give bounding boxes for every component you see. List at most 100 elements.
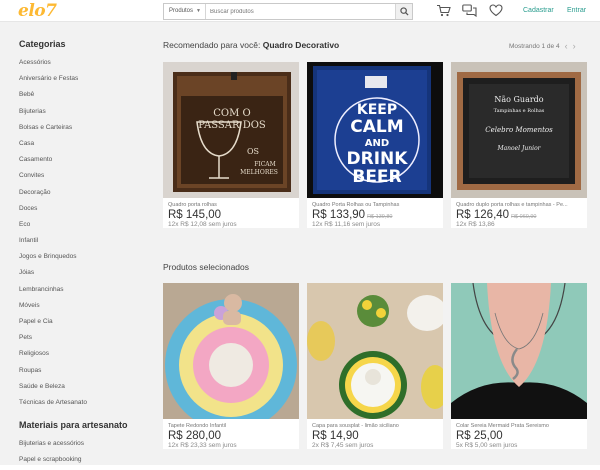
product-info: Tapete Redondo Infantil R$ 280,00 12x R$… (163, 419, 299, 449)
login-link[interactable]: Entrar (567, 7, 586, 14)
product-info: Quadro Porta Rolhas ou Tampinhas R$ 133,… (307, 198, 443, 228)
category-item[interactable]: Jóias (19, 267, 87, 283)
category-item[interactable]: Saúde e Beleza (19, 381, 87, 397)
search-input[interactable] (206, 4, 395, 19)
category-item[interactable]: Casamento (19, 154, 87, 170)
header-icons (436, 4, 503, 17)
old-price: R$ 060,90 (511, 214, 537, 220)
price-value: R$ 133,90 (312, 209, 366, 221)
category-item[interactable]: Bolsas e Carteiras (19, 122, 87, 138)
pager-text: Mostrando 1 de 4 (509, 42, 560, 50)
recommended-topic[interactable]: Quadro Decorativo (263, 40, 340, 50)
materials-list: Bijuterias e acessórios Papel e scrapboo… (19, 438, 84, 470)
category-item[interactable]: Infantil (19, 235, 87, 251)
product-image[interactable] (451, 283, 587, 419)
image-text: Não Guardo (494, 95, 543, 104)
product-card[interactable]: COM O PASSAR DOS OS FICAM MELHORES Quadr… (163, 62, 299, 228)
product-image[interactable]: COM O PASSAR DOS OS FICAM MELHORES (163, 62, 299, 198)
product-card[interactable]: Colar Sereia Mermaid Prata Sereismo R$ 2… (451, 283, 587, 449)
product-image[interactable] (307, 283, 443, 419)
category-item[interactable]: Jogos e Brinquedos (19, 251, 87, 267)
selected-heading: Produtos selecionados (163, 262, 250, 272)
material-item[interactable]: Papel e scrapbooking (19, 454, 84, 470)
product-name[interactable]: Quadro Porta Rolhas ou Tampinhas (312, 202, 438, 208)
product-name[interactable]: Quadro duplo porta rolhas e tampinhas - … (456, 202, 582, 208)
product-image[interactable] (163, 283, 299, 419)
signup-link[interactable]: Cadastrar (523, 7, 554, 14)
messages-button[interactable] (462, 4, 477, 17)
product-name[interactable]: Quadro porta rolhas (168, 202, 294, 208)
chat-icon (462, 4, 477, 17)
elo7-logo[interactable]: elo7 (18, 1, 57, 21)
product-info: Quadro duplo porta rolhas e tampinhas - … (451, 198, 587, 228)
category-item[interactable]: Papel e Cia (19, 316, 87, 332)
main-content: Recomendado para você: Quadro Decorativo… (151, 22, 600, 465)
chevron-right-icon[interactable]: › (573, 41, 576, 51)
category-sidebar: Categorias Acessórios Aniversário e Fest… (0, 22, 151, 465)
heart-icon (488, 4, 503, 17)
categories-heading: Categorias (19, 39, 66, 49)
image-text: BEER (352, 167, 401, 187)
category-item[interactable]: Acessórios (19, 57, 87, 73)
image-text: COM O (213, 108, 250, 119)
category-item[interactable]: Religiosos (19, 348, 87, 364)
category-item[interactable]: Eco (19, 219, 87, 235)
search-button[interactable] (395, 4, 412, 19)
category-item[interactable]: Móveis (19, 300, 87, 316)
category-item[interactable]: Casa (19, 138, 87, 154)
price-value: R$ 126,40 (456, 209, 510, 221)
image-text: Celebro Momentos (485, 126, 553, 134)
old-price: R$ 139,80 (367, 214, 393, 220)
recommended-label: Recomendado para você: (163, 40, 261, 50)
product-price: R$ 126,40 R$ 060,90 (456, 209, 582, 221)
cart-button[interactable] (436, 4, 451, 17)
price-value: R$ 14,90 (312, 430, 359, 442)
image-text: KEEP (357, 102, 397, 118)
product-card[interactable]: Capa para sousplat - limão siciliano R$ … (307, 283, 443, 449)
material-item[interactable]: Bijuterias e acessórios (19, 438, 84, 454)
image-text: FICAM (254, 161, 276, 168)
recommended-heading: Recomendado para você: Quadro Decorativo (163, 40, 339, 50)
product-name[interactable]: Capa para sousplat - limão siciliano (312, 423, 438, 429)
category-item[interactable]: Doces (19, 203, 87, 219)
image-text: DRINK (347, 149, 409, 169)
product-installments: 12x R$ 11,16 sem juros (312, 221, 381, 228)
product-price: R$ 280,00 (168, 430, 294, 442)
category-item[interactable]: Aniversário e Festas (19, 73, 87, 89)
category-item[interactable]: Bijuterias (19, 106, 87, 122)
product-name[interactable]: Colar Sereia Mermaid Prata Sereismo (456, 423, 582, 429)
product-image[interactable]: KEEP CALM AND DRINK BEER (307, 62, 443, 198)
search-icon (399, 7, 409, 16)
category-item[interactable]: Convites (19, 170, 87, 186)
product-price: R$ 14,90 (312, 430, 438, 442)
favorites-button[interactable] (488, 4, 503, 17)
search-bar: Produtos ▼ (163, 3, 413, 20)
product-card[interactable]: Tapete Redondo Infantil R$ 280,00 12x R$… (163, 283, 299, 449)
chevron-down-icon: ▼ (196, 8, 201, 14)
product-card[interactable]: KEEP CALM AND DRINK BEER Quadro Porta Ro… (307, 62, 443, 228)
image-text: CALM (350, 117, 403, 137)
image-text: AND (365, 138, 389, 149)
category-item[interactable]: Decoração (19, 187, 87, 203)
product-image[interactable]: Não Guardo Tampinhas e Rolhas Celebro Mo… (451, 62, 587, 198)
category-item[interactable]: Bebê (19, 89, 87, 105)
product-installments: 5x R$ 5,00 sem juros (456, 442, 518, 449)
category-item[interactable]: Técnicas de Artesanato (19, 397, 87, 413)
price-value: R$ 25,00 (456, 430, 503, 442)
product-card[interactable]: Não Guardo Tampinhas e Rolhas Celebro Mo… (451, 62, 587, 228)
search-category-select[interactable]: Produtos ▼ (164, 4, 206, 19)
product-installments: 2x R$ 7,45 sem juros (312, 442, 374, 449)
product-price: R$ 145,00 (168, 209, 294, 221)
product-price: R$ 133,90 R$ 139,80 (312, 209, 438, 221)
chevron-left-icon[interactable]: ‹ (565, 41, 568, 51)
categories-list: Acessórios Aniversário e Festas Bebê Bij… (19, 57, 87, 413)
category-item[interactable]: Pets (19, 332, 87, 348)
image-text: PASSAR DOS (198, 120, 266, 131)
category-item[interactable]: Lembrancinhas (19, 284, 87, 300)
product-info: Colar Sereia Mermaid Prata Sereismo R$ 2… (451, 419, 587, 449)
top-header: elo7 Produtos ▼ Buscar produtos Cadastra… (0, 0, 600, 22)
image-text: MELHORES (240, 169, 278, 176)
category-item[interactable]: Roupas (19, 365, 87, 381)
product-name[interactable]: Tapete Redondo Infantil (168, 423, 294, 429)
product-price: R$ 25,00 (456, 430, 582, 442)
